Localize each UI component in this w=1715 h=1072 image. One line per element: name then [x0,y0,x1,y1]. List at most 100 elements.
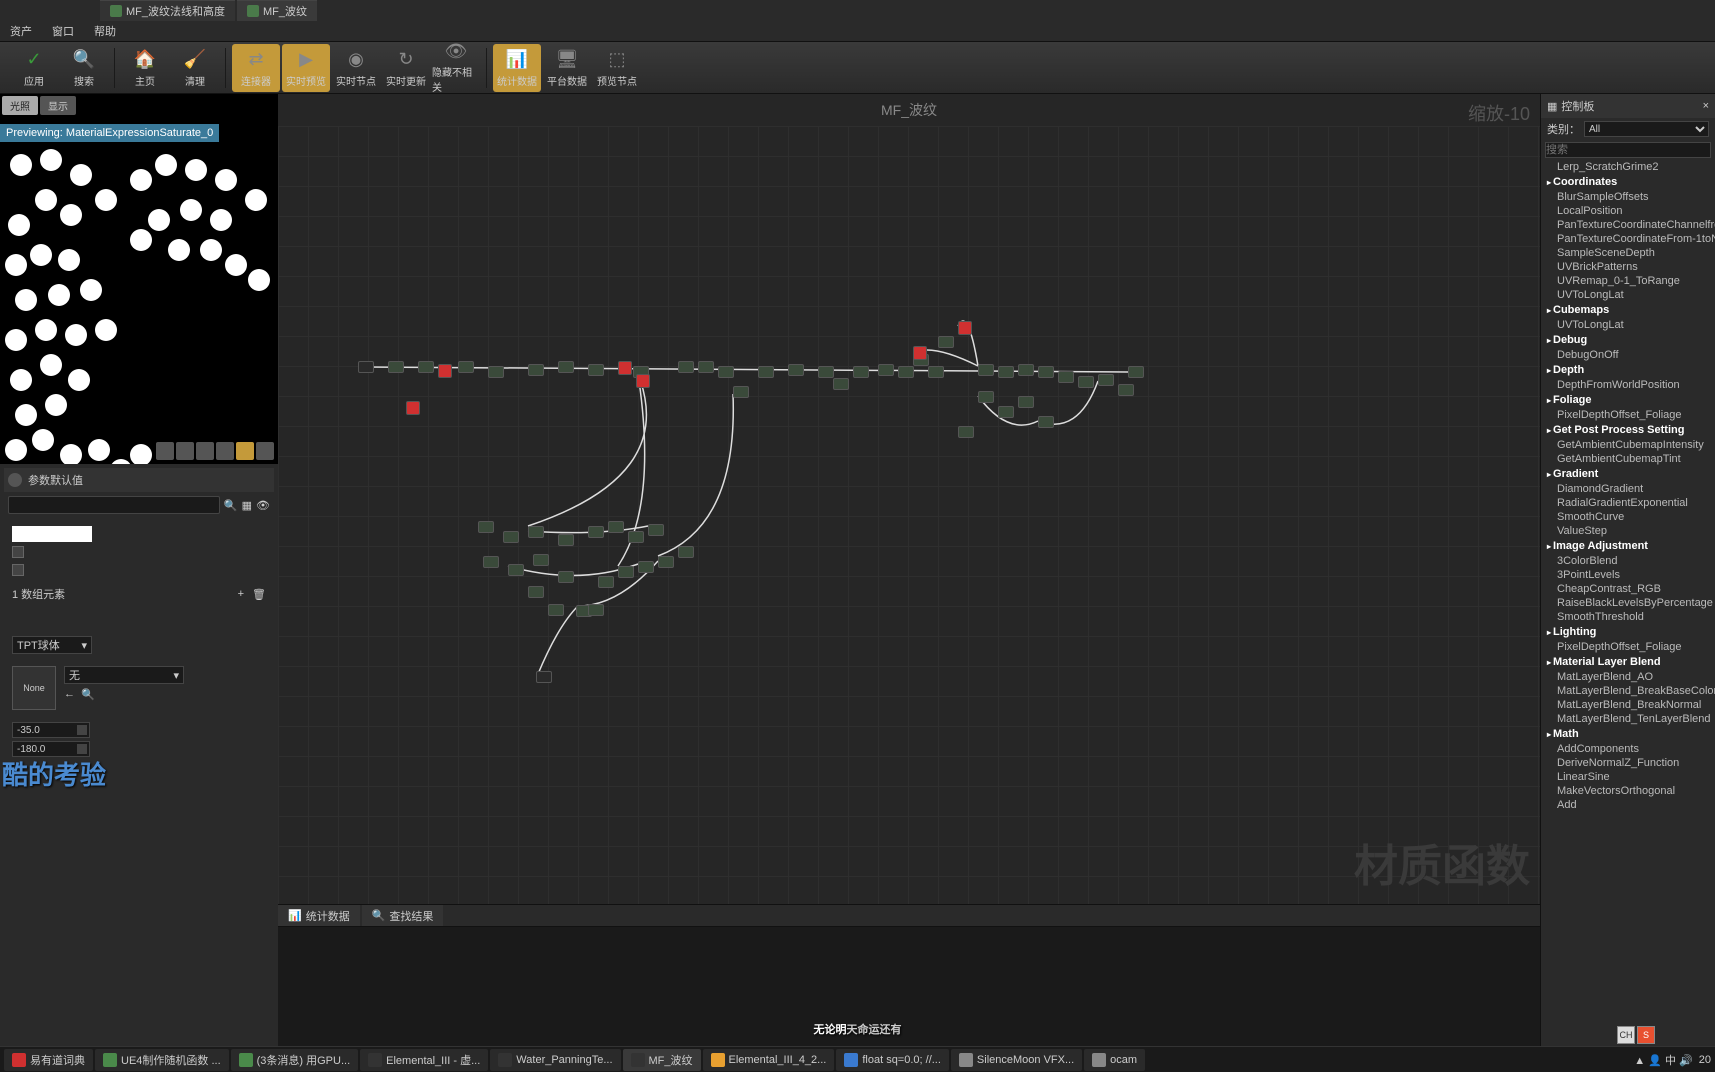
toolbar-stats[interactable]: 📊统计数据 [493,44,541,92]
palette-category[interactable]: Lighting [1541,624,1715,640]
graph-node[interactable] [1058,371,1074,383]
palette-item[interactable]: CheapContrast_RGB [1541,582,1715,596]
palette-item[interactable]: 3ColorBlend [1541,554,1715,568]
graph-node[interactable] [528,364,544,376]
preview-shape-btn[interactable] [256,442,274,460]
palette-item[interactable]: Add [1541,798,1715,812]
graph-node[interactable] [833,378,849,390]
taskbar-item[interactable]: SilenceMoon VFX... [951,1049,1082,1071]
graph-node[interactable] [558,571,574,583]
doc-tab-0[interactable]: MF_波纹法线和高度 [100,0,235,21]
ime-input[interactable]: S [1637,1026,1655,1044]
graph-node[interactable] [588,526,604,538]
graph-node[interactable] [898,366,914,378]
tab-stats[interactable]: 📊统计数据 [278,905,360,927]
palette-item[interactable]: LocalPosition [1541,204,1715,218]
back-icon[interactable]: ← [64,688,75,701]
taskbar-item[interactable]: Elemental_III_4_2... [703,1049,835,1071]
preview-shape-btn[interactable] [176,442,194,460]
doc-tab-1[interactable]: MF_波纹 [237,0,317,21]
graph-node[interactable] [458,361,474,373]
graph-node[interactable] [548,604,564,616]
palette-category[interactable]: Material Layer Blend [1541,654,1715,670]
palette-item[interactable]: PixelDepthOffset_Foliage [1541,640,1715,654]
graph-node[interactable] [558,534,574,546]
palette-category[interactable]: Get Post Process Setting [1541,422,1715,438]
graph-node[interactable] [998,366,1014,378]
toolbar-live-update[interactable]: ↻实时更新 [382,44,430,92]
palette-item[interactable]: PanTextureCoordinateChannelfron [1541,218,1715,232]
toolbar-apply[interactable]: ✓应用 [10,44,58,92]
graph-node[interactable] [958,426,974,438]
graph-node[interactable] [358,361,374,373]
graph-node[interactable] [698,361,714,373]
graph-node[interactable] [958,321,972,335]
toolbar-live-preview[interactable]: ▶实时预览 [282,44,330,92]
graph-node[interactable] [388,361,404,373]
palette-item[interactable]: UVToLongLat [1541,288,1715,302]
palette-item[interactable]: Lerp_ScratchGrime2 [1541,160,1715,174]
menu-asset[interactable]: 资产 [10,23,32,39]
graph-node[interactable] [788,364,804,376]
palette-item[interactable]: UVBrickPatterns [1541,260,1715,274]
tab-find[interactable]: 🔍查找结果 [362,905,444,927]
palette-category[interactable]: Image Adjustment [1541,538,1715,554]
grid-icon[interactable]: ▦ [242,499,252,512]
graph-node[interactable] [628,531,644,543]
palette-category[interactable]: Debug [1541,332,1715,348]
preview-shape-dropdown[interactable]: TPT球体▾ [12,636,92,654]
taskbar-item[interactable]: ocam [1084,1049,1145,1071]
graph-node[interactable] [438,364,452,378]
param-spinner-1[interactable]: -35.0 [12,722,90,738]
graph-node[interactable] [636,374,650,388]
graph-node[interactable] [718,366,734,378]
palette-item[interactable]: MatLayerBlend_AO [1541,670,1715,684]
category-filter[interactable]: All [1584,121,1709,137]
graph-node[interactable] [818,366,834,378]
taskbar-item[interactable]: 易有道词典 [4,1049,93,1071]
graph-node[interactable] [508,564,524,576]
graph-node[interactable] [488,366,504,378]
graph-node[interactable] [758,366,774,378]
preview-shape-btn[interactable] [216,442,234,460]
toolbar-live-nodes[interactable]: ◉实时节点 [332,44,380,92]
palette-item[interactable]: UVRemap_0-1_ToRange [1541,274,1715,288]
param-checkbox[interactable] [12,564,24,576]
preview-shape-btn[interactable] [156,442,174,460]
palette-category[interactable]: Depth [1541,362,1715,378]
toolbar-hide-unrelated[interactable]: 👁隐藏不相关 [432,44,480,92]
tray-icons[interactable]: ▲ 👤 中 🔊 [1634,1052,1692,1068]
graph-node[interactable] [558,361,574,373]
graph-node[interactable] [998,406,1014,418]
toolbar-connector[interactable]: ⇄连接器 [232,44,280,92]
palette-item[interactable]: RadialGradientExponential [1541,496,1715,510]
graph-node[interactable] [503,531,519,543]
toolbar-clean[interactable]: 🧹清理 [171,44,219,92]
palette-item[interactable]: RaiseBlackLevelsByPercentage [1541,596,1715,610]
graph-node[interactable] [678,546,694,558]
palette-item[interactable]: BlurSampleOffsets [1541,190,1715,204]
toolbar-preview-nodes[interactable]: ⬚预览节点 [593,44,641,92]
ime-lang[interactable]: CH [1617,1026,1635,1044]
close-icon[interactable]: × [1703,100,1709,112]
graph-node[interactable] [618,566,634,578]
graph-node[interactable] [638,561,654,573]
graph-node[interactable] [598,576,614,588]
graph-node[interactable] [588,364,604,376]
graph-node[interactable] [1098,374,1114,386]
texture-thumbnail[interactable]: None [12,666,56,710]
trash-icon[interactable]: 🗑 [252,588,266,601]
menu-help[interactable]: 帮助 [94,23,116,39]
graph-node[interactable] [938,336,954,348]
palette-category[interactable]: Math [1541,726,1715,742]
taskbar-item[interactable]: float sq=0.0; //... [836,1049,949,1071]
palette-item[interactable]: SmoothThreshold [1541,610,1715,624]
palette-item[interactable]: DiamondGradient [1541,482,1715,496]
param-input[interactable] [12,526,92,542]
texture-dropdown[interactable]: 无▾ [64,666,184,684]
palette-item[interactable]: MatLayerBlend_BreakNormal [1541,698,1715,712]
palette-item[interactable]: PanTextureCoordinateFrom-1toN+ [1541,232,1715,246]
graph-node[interactable] [608,521,624,533]
palette-item[interactable]: GetAmbientCubemapIntensity [1541,438,1715,452]
graph-node[interactable] [478,521,494,533]
